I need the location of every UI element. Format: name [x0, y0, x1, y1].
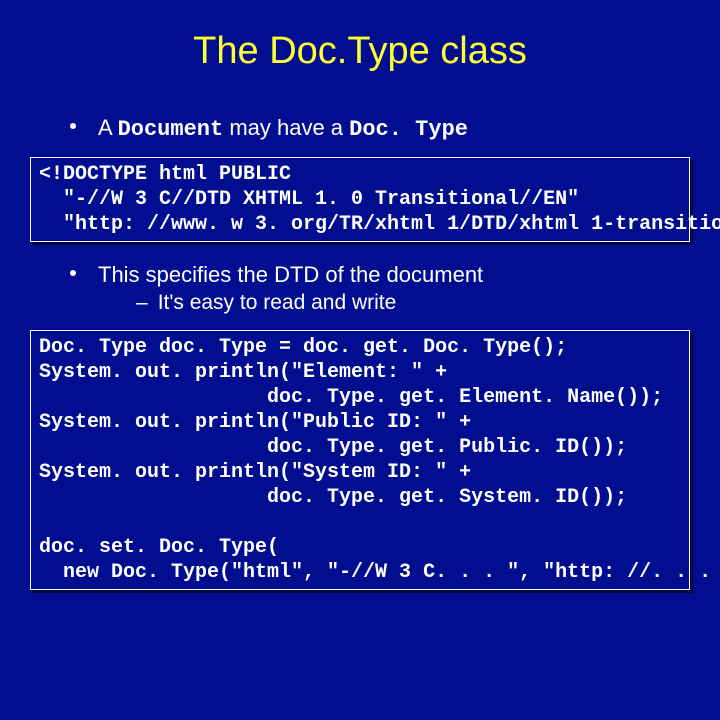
code-block-java: Doc. Type doc. Type = doc. get. Doc. Typ… — [30, 330, 690, 590]
bullet-2-sub-text: It's easy to read and write — [158, 289, 397, 317]
bullet-1-mid: may have a — [223, 115, 349, 140]
bullet-2-text: This specifies the DTD of the document –… — [98, 260, 483, 318]
slide: The Doc.Type class A Document may have a… — [0, 0, 720, 590]
bullet-1: A Document may have a Doc. Type — [70, 113, 700, 145]
bullet-1-text: A Document may have a Doc. Type — [98, 113, 468, 145]
bullet-dot-icon — [70, 270, 76, 276]
bullet-1-code1: Document — [118, 117, 224, 142]
code-block-doctype: <!DOCTYPE html PUBLIC "-//W 3 C//DTD XHT… — [30, 157, 690, 242]
bullet-dot-icon — [70, 123, 76, 129]
bullet-2-sub: – It's easy to read and write — [136, 289, 483, 317]
bullet-1-pre: A — [98, 115, 118, 140]
bullet-1-code2: Doc. Type — [349, 117, 468, 142]
bullet-2: This specifies the DTD of the document –… — [70, 260, 700, 318]
slide-title: The Doc.Type class — [20, 30, 700, 73]
dash-icon: – — [136, 289, 148, 317]
bullet-2-line: This specifies the DTD of the document — [98, 260, 483, 290]
